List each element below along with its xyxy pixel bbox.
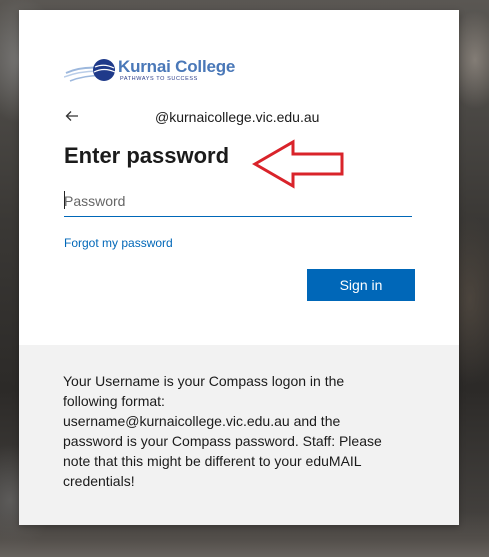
- logo-wordmark: Kurnai College: [118, 57, 236, 76]
- red-outline-arrow-left-icon: [252, 139, 344, 189]
- globe-swoosh-icon: [64, 59, 116, 82]
- sign-in-button[interactable]: Sign in: [307, 269, 415, 301]
- account-identity: @kurnaicollege.vic.edu.au: [155, 109, 320, 125]
- page-title: Enter password: [64, 143, 230, 168]
- sign-in-card: Kurnai College PATHWAYS TO SUCCESS @kurn…: [19, 10, 459, 525]
- arrow-left-icon[interactable]: [65, 106, 85, 126]
- info-footer: Your Username is your Compass logon in t…: [19, 345, 459, 525]
- text-caret: [64, 191, 65, 209]
- footer-message: Your Username is your Compass logon in t…: [63, 373, 382, 489]
- password-field-wrapper: [64, 188, 412, 217]
- logo-tagline: PATHWAYS TO SUCCESS: [120, 76, 198, 82]
- password-input[interactable]: [64, 188, 412, 214]
- forgot-password-link[interactable]: Forgot my password: [64, 236, 173, 250]
- kurnai-college-logo: Kurnai College PATHWAYS TO SUCCESS: [64, 55, 244, 85]
